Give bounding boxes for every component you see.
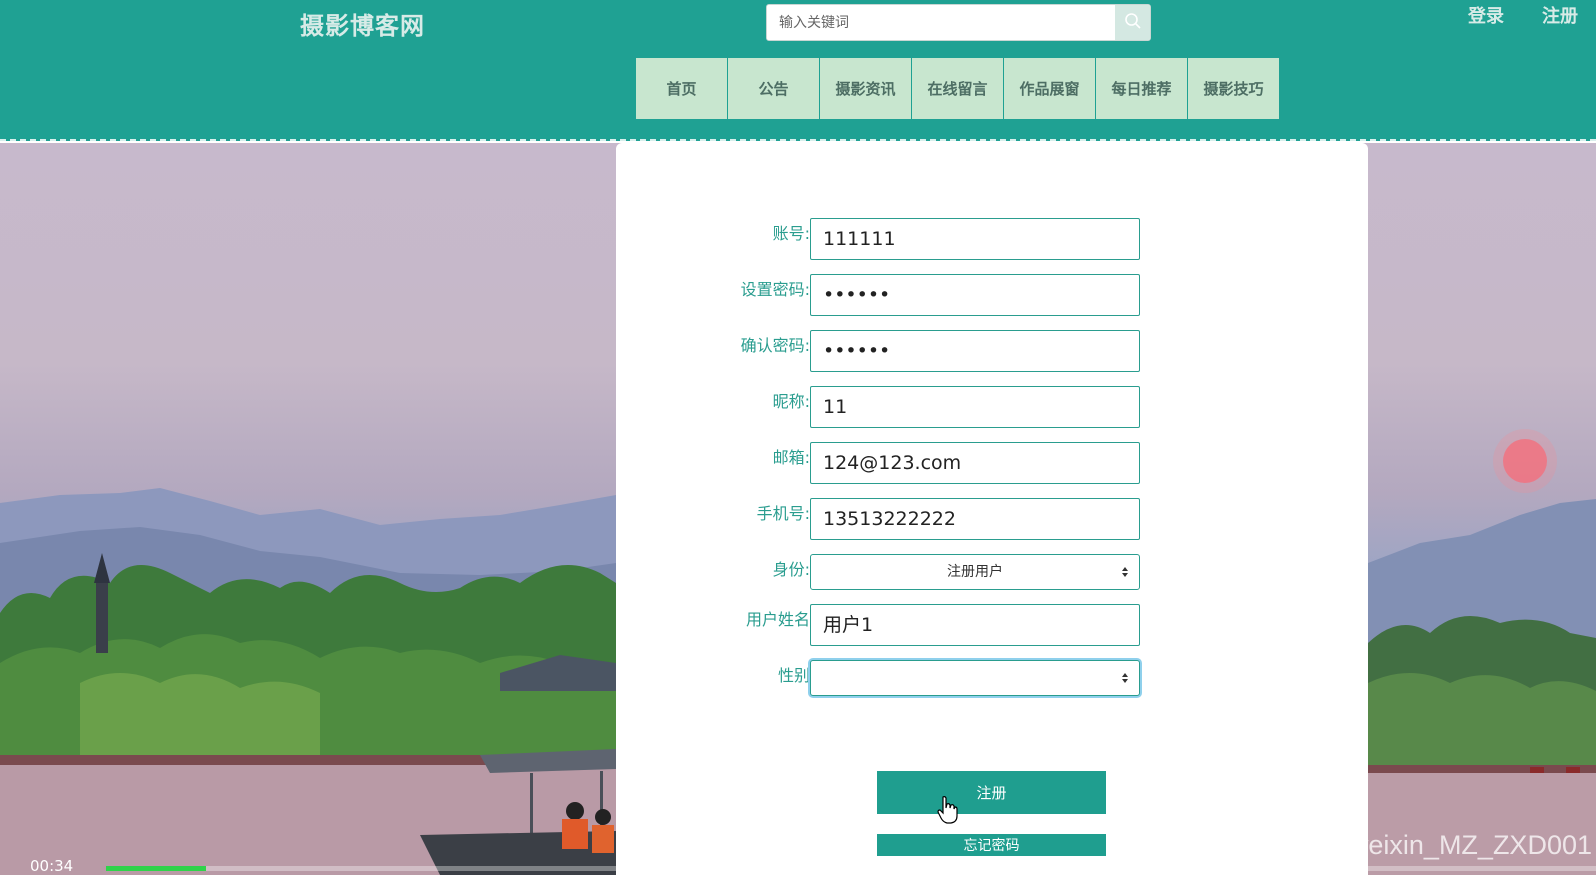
password-label: 设置密码: xyxy=(740,280,810,299)
site-header: 摄影博客网 登录 注册 首页 公告 摄影资讯 在线留言 作品展窗 每日推荐 摄影… xyxy=(0,0,1596,141)
nav-item-gallery[interactable]: 作品展窗 xyxy=(1004,58,1095,119)
select-arrows-icon xyxy=(1122,673,1128,683)
gender-label: 性别 xyxy=(777,666,810,685)
phone-label: 手机号: xyxy=(756,504,810,523)
site-logo[interactable]: 摄影博客网 xyxy=(300,6,425,41)
form-row-realname: 用户姓名 用户1 xyxy=(616,604,1368,646)
form-row-gender: 性别 xyxy=(616,660,1368,702)
forgot-password-button[interactable]: 忘记密码 xyxy=(877,834,1106,856)
nav-item-guestbook[interactable]: 在线留言 xyxy=(912,58,1003,119)
form-row-role: 身份: 注册用户 xyxy=(616,554,1368,596)
search-input[interactable] xyxy=(767,5,1115,40)
email-input[interactable]: 124@123.com xyxy=(810,442,1140,484)
form-row-email: 邮箱: 124@123.com xyxy=(616,442,1368,484)
nav-item-photo-tips[interactable]: 摄影技巧 xyxy=(1188,58,1279,119)
register-link[interactable]: 注册 xyxy=(1542,2,1578,28)
form-row-confirm-password: 确认密码: •••••• xyxy=(616,330,1368,372)
nickname-label: 昵称: xyxy=(772,392,810,411)
realname-input[interactable]: 用户1 xyxy=(810,604,1140,646)
register-form-card: 账号: 111111 设置密码: •••••• 确认密码: •••••• 昵称:… xyxy=(616,143,1368,875)
form-row-account: 账号: 111111 xyxy=(616,218,1368,260)
account-label: 账号: xyxy=(772,224,810,243)
select-arrows-icon xyxy=(1122,567,1128,577)
account-input[interactable]: 111111 xyxy=(810,218,1140,260)
password-input[interactable]: •••••• xyxy=(810,274,1140,316)
form-row-nickname: 昵称: 11 xyxy=(616,386,1368,428)
realname-label: 用户姓名 xyxy=(745,610,810,629)
video-progress-bar[interactable] xyxy=(106,866,1596,871)
login-link[interactable]: 登录 xyxy=(1468,2,1504,28)
nav-item-daily-picks[interactable]: 每日推荐 xyxy=(1096,58,1187,119)
role-select-value: 注册用户 xyxy=(947,564,1003,580)
phone-input[interactable]: 13513222222 xyxy=(810,498,1140,540)
form-row-phone: 手机号: 13513222222 xyxy=(616,498,1368,540)
register-submit-button[interactable]: 注册 xyxy=(877,771,1106,814)
main-nav: 首页 公告 摄影资讯 在线留言 作品展窗 每日推荐 摄影技巧 xyxy=(636,58,1280,119)
video-progress-fill xyxy=(106,866,206,871)
search-icon xyxy=(1124,12,1142,34)
hand-cursor-icon xyxy=(937,796,958,824)
email-label: 邮箱: xyxy=(772,448,810,467)
watermark-text: CSDN @weixin_MZ_ZXD001 xyxy=(1237,830,1592,860)
video-timestamp: 00:34 xyxy=(30,857,74,875)
search-box xyxy=(766,4,1151,41)
role-select[interactable]: 注册用户 xyxy=(810,554,1140,590)
search-button[interactable] xyxy=(1115,5,1150,40)
confirm-password-label: 确认密码: xyxy=(740,336,810,355)
nav-item-announcements[interactable]: 公告 xyxy=(728,58,819,119)
nav-item-home[interactable]: 首页 xyxy=(636,58,727,119)
role-label: 身份: xyxy=(772,560,810,579)
nickname-input[interactable]: 11 xyxy=(810,386,1140,428)
nav-item-photo-news[interactable]: 摄影资讯 xyxy=(820,58,911,119)
form-row-password: 设置密码: •••••• xyxy=(616,274,1368,316)
gender-select[interactable] xyxy=(810,660,1140,696)
confirm-password-input[interactable]: •••••• xyxy=(810,330,1140,372)
